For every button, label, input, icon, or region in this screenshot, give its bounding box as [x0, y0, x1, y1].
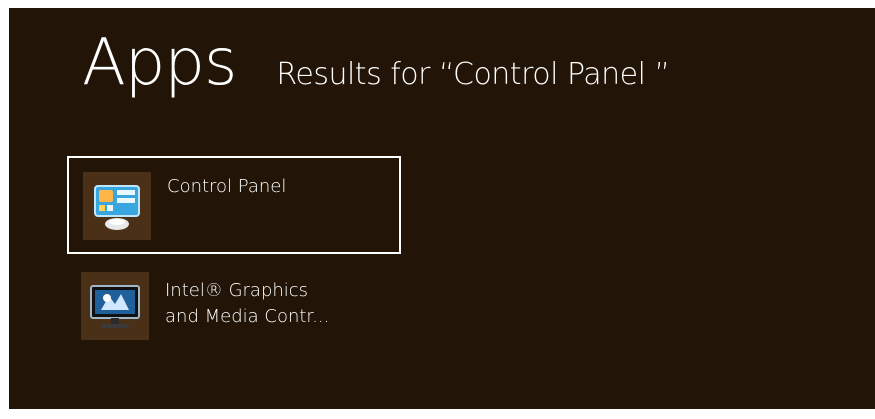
result-label: Control Panel [167, 174, 286, 200]
start-search-screen: Apps Results for “Control Panel ” Contro… [9, 8, 875, 409]
result-tile-control-panel[interactable]: Control Panel [67, 156, 401, 254]
search-results-subtitle: Results for “Control Panel ” [276, 57, 670, 92]
control-panel-icon [83, 172, 151, 240]
page-title: Apps [82, 26, 237, 100]
result-label-line: Control Panel [167, 176, 287, 197]
result-label: Intel® Graphics and Media Contr... [165, 278, 329, 330]
result-label-line: Intel® Graphics [165, 280, 309, 301]
intel-graphics-icon [81, 272, 149, 340]
result-tile-intel-graphics[interactable]: Intel® Graphics and Media Contr... [67, 270, 401, 368]
search-heading: Apps Results for “Control Panel ” [82, 18, 670, 108]
result-label-line: and Media Contr... [165, 306, 330, 327]
